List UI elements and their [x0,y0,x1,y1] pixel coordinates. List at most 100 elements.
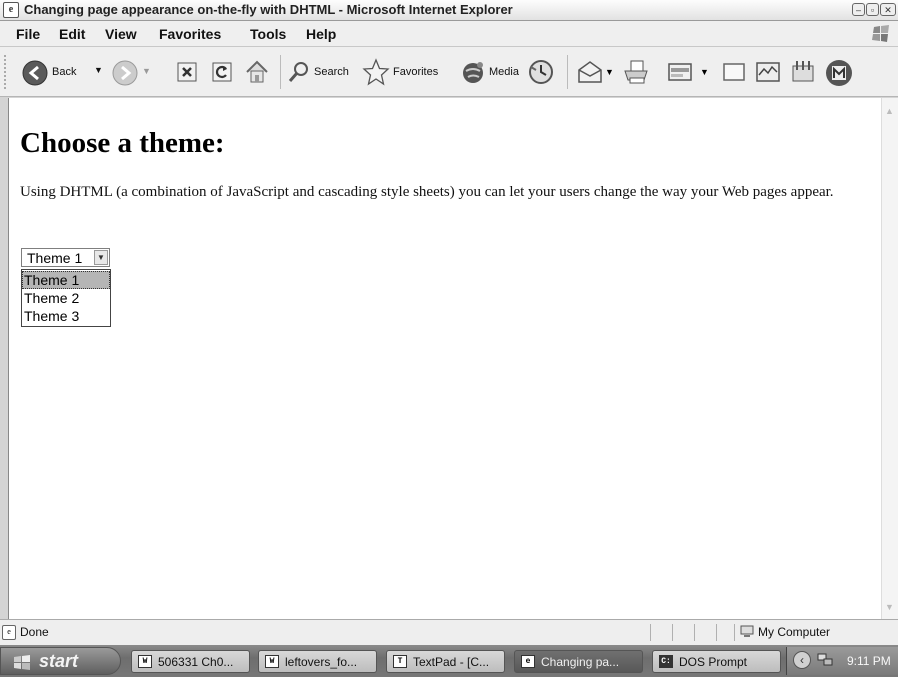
menu-favorites[interactable]: Favorites [159,26,221,42]
theme-option[interactable]: Theme 1 [22,271,110,289]
stop-button[interactable] [175,60,199,84]
back-arrow-icon [22,60,48,86]
media-globe-icon [463,62,483,83]
discuss-button[interactable] [720,58,748,86]
menu-help[interactable]: Help [306,26,336,42]
page-heading: Choose a theme: [20,127,225,159]
printer-icon [624,60,648,84]
scroll-up-icon[interactable]: ▲ [885,106,894,116]
menu-view[interactable]: View [105,26,137,42]
toolbar-separator [567,55,568,89]
search-label: Search [314,66,349,78]
status-divider [672,624,673,641]
theme-option[interactable]: Theme 2 [22,289,110,307]
task-label: 506331 Ch0... [158,655,234,669]
toolbar-separator [280,55,281,89]
page-content: Choose a theme: Using DHTML (a combinati… [8,98,881,619]
taskbar-button-textpad[interactable]: T TextPad - [C... [386,650,505,673]
theme-option[interactable]: Theme 3 [22,307,110,325]
standard-toolbar: Back ▼ ▼ Search Favorites Media ▼ ▼ [0,47,898,97]
security-zone: My Computer [758,625,831,639]
print-button[interactable] [622,58,650,86]
scroll-down-icon[interactable]: ▼ [885,602,894,612]
research-icon [792,61,814,82]
taskbar-button-changing-page[interactable]: e Changing pa... [514,650,643,673]
stop-icon [177,62,197,82]
status-divider [650,624,651,641]
menu-tools[interactable]: Tools [250,26,286,42]
favorites-button[interactable]: Favorites [362,58,454,86]
vertical-scrollbar[interactable]: ▲ ▼ [881,98,898,619]
favorites-star-icon [362,58,390,86]
minimize-button[interactable]: – [852,3,865,16]
taskbar-button-leftovers[interactable]: W leftovers_fo... [258,650,377,673]
maximize-button[interactable]: ▫ [866,3,879,16]
ie-icon: e [521,655,535,668]
chevron-left-icon[interactable]: ‹ [793,651,811,669]
home-button[interactable] [243,58,271,86]
menu-file[interactable]: File [16,26,40,42]
messenger-icon [756,62,780,82]
media-button[interactable]: Media [460,58,524,86]
edit-page-icon [668,63,692,81]
forward-arrow-icon [112,60,138,86]
ie-page-icon: e [3,2,19,18]
toolbar-grip[interactable] [4,55,12,89]
home-icon [246,60,268,83]
menu-bar: File Edit View Favorites Tools Help [0,21,898,47]
refresh-button[interactable] [210,60,234,84]
task-label: Changing pa... [541,655,620,669]
search-icon [288,62,308,82]
mail-icon [578,61,602,83]
close-button[interactable]: ✕ [880,3,896,16]
task-label: TextPad - [C... [413,655,490,669]
taskbar-button-506331[interactable]: W 506331 Ch0... [131,650,250,673]
favorites-label: Favorites [393,66,439,78]
taskbar-button-dos-prompt[interactable]: C: DOS Prompt [652,650,781,673]
history-button[interactable] [527,58,555,86]
back-dropdown-icon[interactable]: ▼ [94,65,103,75]
refresh-icon [212,62,232,82]
mail-dropdown-icon[interactable]: ▼ [605,67,614,77]
menu-edit[interactable]: Edit [59,26,85,42]
theme-select-value: Theme 1 [27,250,83,266]
window-title: Changing page appearance on-the-fly with… [24,2,513,17]
task-label: DOS Prompt [679,655,748,669]
history-clock-icon [529,60,553,84]
status-divider [694,624,695,641]
messenger-button[interactable] [754,58,782,86]
search-button[interactable]: Search [287,58,357,86]
status-text: Done [20,625,49,639]
custom-m-button[interactable] [824,58,854,88]
clock[interactable]: 9:11 PM [847,654,891,668]
chevron-down-icon[interactable]: ▼ [94,250,108,265]
status-divider [734,624,735,641]
dos-icon: C: [659,655,673,668]
title-bar[interactable]: e Changing page appearance on-the-fly wi… [0,0,898,21]
research-button[interactable] [789,58,817,86]
task-label: leftovers_fo... [285,655,358,669]
theme-dropdown-list: Theme 1 Theme 2 Theme 3 [21,269,111,327]
start-label: start [39,651,79,671]
forward-dropdown-icon[interactable]: ▼ [142,66,151,76]
back-button[interactable]: Back ▼ [22,55,114,91]
back-label: Back [52,66,77,78]
system-tray: ‹ 9:11 PM [786,647,898,675]
word-icon: W [138,655,152,668]
network-icon[interactable] [817,653,833,667]
forward-button[interactable]: ▼ [112,60,151,88]
ie-page-icon: e [2,625,16,640]
start-button[interactable]: start [0,647,121,675]
my-computer-icon [740,625,754,637]
discuss-icon [723,63,745,81]
media-label: Media [489,66,519,78]
status-bar: e Done My Computer [0,619,898,645]
mail-button[interactable]: ▼ [576,58,616,86]
taskbar: start W 506331 Ch0... W leftovers_fo... … [0,645,898,677]
theme-select[interactable]: Theme 1 ▼ [21,248,110,267]
edit-button[interactable]: ▼ [666,58,710,86]
word-icon: W [265,655,279,668]
windows-flag-icon [14,655,30,670]
windows-logo-icon [868,23,894,44]
edit-dropdown-icon[interactable]: ▼ [700,67,709,77]
